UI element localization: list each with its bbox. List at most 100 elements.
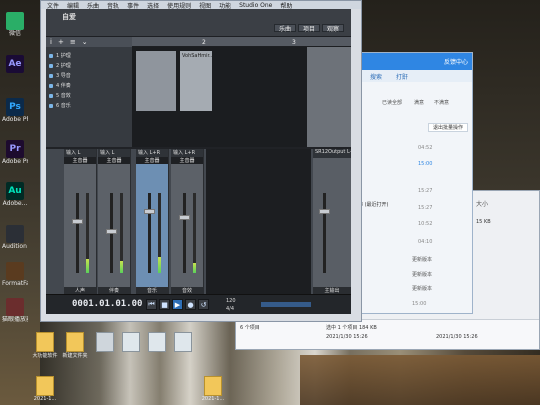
time-display[interactable]: 0001.01.01.00 [72, 299, 142, 309]
chat-message: 更新版本 [412, 286, 433, 292]
menu-bar: 文件 编辑 乐曲 音轨 事件 选择 使用规则 视图 功能 Studio One … [41, 1, 361, 10]
audition-icon: Au [6, 182, 24, 200]
desktop-app[interactable] [118, 332, 144, 352]
desktop-icon-audition-pro[interactable]: Audition Pro [2, 225, 28, 250]
desktop-file[interactable]: 2021-1... [32, 376, 58, 402]
level-meter-fill [120, 261, 123, 273]
after-effects-icon: Ae [6, 55, 24, 73]
track-row[interactable]: 2 护理 [49, 61, 129, 70]
loop-icon[interactable]: ↺ [198, 299, 209, 310]
inspector-panel [136, 51, 176, 111]
studio-body: 自爱 乐曲 项目 观察 i + ≡ ⌄ 2 3 1 护理 2 护理 3 导音 4… [46, 9, 351, 314]
desktop-icon-photoshop[interactable]: Ps Adobe Photosh... [2, 98, 28, 123]
fader-knob[interactable] [144, 209, 155, 214]
track-row[interactable]: 6 音乐 [49, 101, 129, 110]
photoshop-icon: Ps [6, 98, 24, 116]
channel-input[interactable]: 输入 L+R [136, 149, 168, 157]
read-all-link[interactable]: 已读全部 [382, 99, 402, 106]
status-date: 2021/1/30 15:26 [436, 334, 478, 340]
desktop-icon-premiere[interactable]: Pr Adobe Premiere... [2, 140, 28, 165]
unsatisfied-link[interactable]: 不满意 [434, 99, 449, 106]
desktop-icon-formatfactory[interactable]: FormatFac... [2, 262, 28, 287]
desktop-icon-audition[interactable]: Au Adobe... [2, 182, 28, 207]
song-title: 自爱 [62, 13, 76, 21]
list-icon[interactable]: ≡ [70, 38, 76, 46]
premiere-icon: Pr [6, 140, 24, 158]
timestamp: 15:00 [412, 301, 427, 307]
track-row[interactable]: 3 导音 [49, 71, 129, 80]
stop-icon[interactable]: ■ [159, 299, 170, 310]
feedback-center-button[interactable]: 反馈中心 [444, 57, 468, 66]
channel-input[interactable]: 输入 L [64, 149, 96, 157]
project-button[interactable]: 项目 [298, 24, 320, 33]
timestamp: 15:27 [418, 188, 433, 194]
chat-titlebar: 反馈中心 [356, 53, 472, 70]
desktop-icon-player[interactable]: 猫眼播放器 [2, 298, 28, 323]
level-meter-fill [86, 259, 89, 273]
status-count: 6 个项目 [240, 325, 260, 331]
fader-knob[interactable] [106, 229, 117, 234]
desktop-folder[interactable]: 新建文件夹 [62, 332, 88, 359]
desktop-app[interactable] [92, 332, 118, 352]
exit-batch-button[interactable]: 退出批量操作 [428, 123, 468, 132]
record-icon[interactable]: ● [185, 299, 196, 310]
status-selection: 选中 1 个项目 184 KB [326, 325, 377, 331]
rewind-icon[interactable]: ⏮ [146, 299, 157, 310]
chat-message: 你 (最近打开) [358, 202, 389, 208]
app-icon [6, 225, 24, 243]
track-row[interactable]: 4 伴奏 [49, 81, 129, 90]
desktop-app[interactable] [144, 332, 170, 352]
size-column-header[interactable]: 大小 [476, 199, 488, 208]
level-meter [193, 193, 196, 273]
track-color-icon [49, 83, 53, 88]
channel-input[interactable]: 输入 L [98, 149, 130, 157]
mixer-empty-area [206, 149, 311, 296]
fader-knob[interactable] [72, 219, 83, 224]
timeline-ruler[interactable]: 2 3 [132, 37, 351, 47]
desktop-icon-after-effects[interactable]: Ae [2, 55, 28, 73]
event-region[interactable] [180, 51, 212, 111]
timestamp: 15:27 [418, 205, 433, 211]
desktop-icon-wechat[interactable]: 微信 [2, 12, 28, 37]
track-row[interactable]: 1 护理 [49, 51, 129, 60]
bar-marker: 2 [202, 39, 206, 46]
status-modified: 2021/1/30 15:26 [326, 334, 368, 340]
time-signature[interactable]: 4/4 [226, 306, 234, 312]
satisfied-link[interactable]: 满意 [414, 99, 424, 106]
tab-snore[interactable]: 打鼾 [396, 72, 408, 81]
fader-track [183, 193, 186, 273]
file-size: 15 KB [476, 219, 491, 225]
mixer-channel: 输入 L 主音器 人声 [64, 149, 97, 296]
track-row[interactable]: 5 音效 [49, 91, 129, 100]
desktop-folder[interactable]: 大功能软件 [32, 332, 58, 359]
folder-icon [66, 332, 84, 352]
track-tools: i + ≡ ⌄ [46, 37, 132, 47]
song-button[interactable]: 乐曲 [274, 24, 296, 33]
arrange-view[interactable]: VohSaHmir... [132, 47, 307, 147]
desktop-app[interactable] [170, 332, 196, 352]
position-bar[interactable] [261, 302, 311, 307]
tab-search[interactable]: 搜索 [370, 72, 382, 81]
add-icon[interactable]: + [58, 38, 64, 46]
fader-knob[interactable] [179, 215, 190, 220]
tempo-display[interactable]: 120 [226, 298, 236, 304]
info-icon[interactable]: i [50, 38, 52, 46]
chat-tabs: 搜索 打鼾 [356, 70, 472, 82]
fader-knob[interactable] [319, 209, 330, 214]
track-color-icon [49, 53, 53, 58]
timestamp: 04:52 [418, 145, 433, 151]
app-icon [148, 332, 166, 352]
main-output-channel: SR12Output L+R 主输出 [313, 149, 351, 296]
chevron-down-icon[interactable]: ⌄ [82, 38, 88, 46]
desktop-file[interactable]: 2021-1... [200, 376, 226, 402]
fader-track [76, 193, 79, 273]
show-button[interactable]: 观察 [322, 24, 344, 33]
transport-bar: 0001.01.01.00 ⏮ ■ ▶ ● ↺ 120 4/4 [46, 294, 351, 314]
channel-input[interactable]: 输入 L+R [171, 149, 203, 157]
mixer-channel-selected: 输入 L+R 主音器 音乐 [136, 149, 169, 296]
menu-studio-one[interactable]: Studio One [239, 2, 272, 9]
play-icon[interactable]: ▶ [172, 299, 183, 310]
mixer-channel: 输入 L 主音器 伴奏 [98, 149, 131, 296]
mixer-channel: 输入 L+R 主音器 音效 [171, 149, 204, 296]
timestamp: 15:00 [418, 161, 433, 167]
